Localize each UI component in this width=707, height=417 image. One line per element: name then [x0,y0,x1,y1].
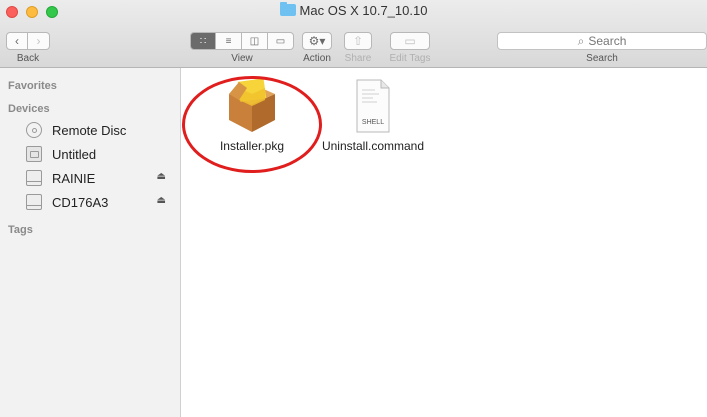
favorites-header: Favorites [8,80,57,92]
share-button[interactable]: ⇧ [344,32,372,50]
shell-script-icon: SHELL [356,79,390,133]
highlight-circle [182,76,322,173]
file-item-uninstall[interactable]: SHELL Uninstall.command [318,76,428,153]
sidebar-item-label: RAINIE [52,170,96,186]
icon-view-button[interactable]: ∷ [190,32,216,50]
drive-icon [26,194,42,210]
view-label: View [231,53,253,64]
edit-tags-label: Edit Tags [389,53,431,64]
search-label: Search [586,53,618,64]
sidebar: Favorites Devices Remote Disc Untitled R… [0,68,181,417]
gear-icon: ⚙▾ [308,34,326,48]
cover-flow-view-button[interactable]: ▭ [268,32,294,50]
list-icon: ≡ [225,35,232,47]
toolbar: Mac OS X 10.7_10.10 ‹ › Back ∷ ≡ ◫ ▭ Vie… [0,0,707,68]
list-view-button[interactable]: ≡ [216,32,242,50]
search-icon: ⌕ [577,33,585,48]
columns-icon: ◫ [249,35,260,47]
window-title: Mac OS X 10.7_10.10 [0,2,707,18]
column-view-button[interactable]: ◫ [242,32,268,50]
edit-tags-button[interactable]: ▭ [390,32,430,50]
action-button[interactable]: ⚙▾ [302,32,332,50]
shell-badge: SHELL [362,119,384,126]
hard-drive-icon [26,146,42,162]
view-switcher[interactable]: ∷ ≡ ◫ ▭ [190,32,294,50]
back-button[interactable]: ‹ [6,32,28,50]
sidebar-item-untitled[interactable]: Untitled [26,144,176,164]
sidebar-item-cd176a3[interactable]: CD176A3 ⏏ [26,192,176,212]
disc-icon [26,122,42,138]
chevron-right-icon: › [36,34,41,48]
sidebar-item-label: Remote Disc [52,122,127,138]
action-label: Action [303,53,331,64]
eject-icon[interactable]: ⏏ [157,171,166,182]
search-input[interactable]: ⌕ Search [497,32,707,50]
share-label: Share [344,53,372,64]
sidebar-item-label: CD176A3 [52,194,109,210]
file-name: Uninstall.command [321,139,425,153]
folder-icon [279,2,296,16]
back-label: Back [16,53,40,64]
devices-header: Devices [8,103,50,115]
eject-icon[interactable]: ⏏ [157,195,166,206]
chevron-left-icon: ‹ [15,34,19,48]
share-icon: ⇧ [352,34,364,48]
cover-flow-icon: ▭ [275,35,286,47]
drive-icon [26,170,42,186]
sidebar-item-label: Untitled [52,146,97,162]
grid-icon: ∷ [199,35,207,47]
window-title-text: Mac OS X 10.7_10.10 [299,3,428,18]
search-placeholder: Search [588,34,627,48]
tag-icon: ▭ [404,34,416,48]
tags-header: Tags [8,224,33,236]
sidebar-item-remote-disc[interactable]: Remote Disc [26,120,176,140]
forward-button[interactable]: › [28,32,50,50]
sidebar-item-rainie[interactable]: RAINIE ⏏ [26,168,176,188]
